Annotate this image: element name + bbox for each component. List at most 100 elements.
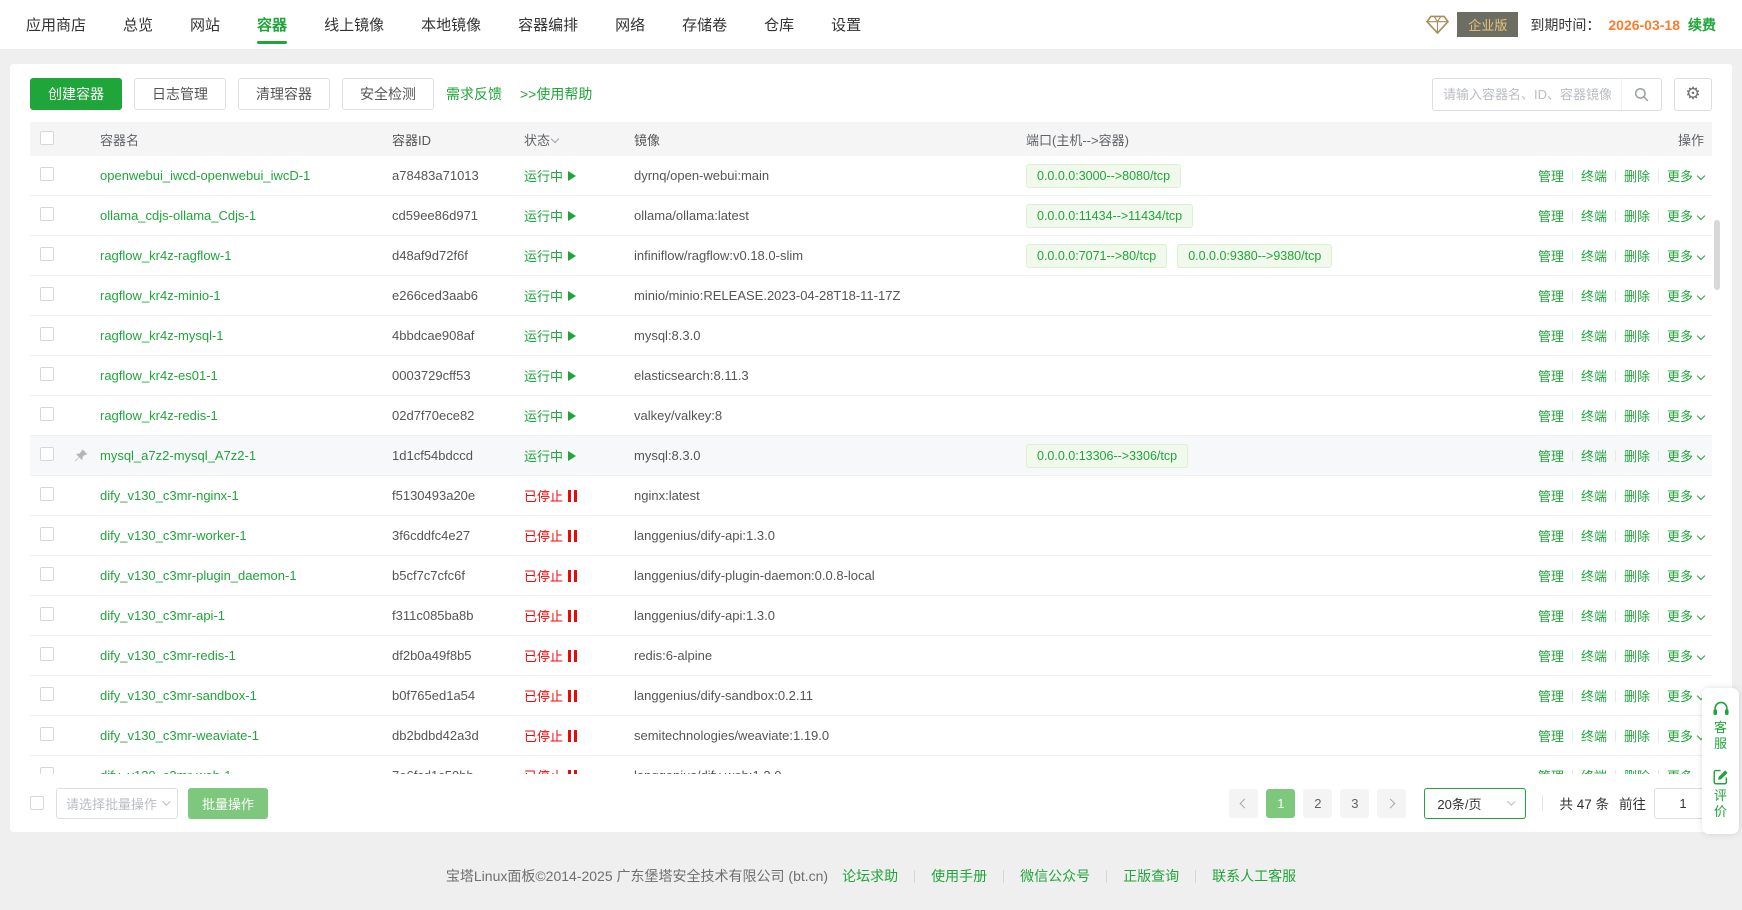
delete-link[interactable]: 删除 xyxy=(1624,766,1650,774)
container-name-link[interactable]: ragflow_kr4z-minio-1 xyxy=(100,288,221,303)
row-checkbox[interactable] xyxy=(40,607,54,621)
terminal-link[interactable]: 终端 xyxy=(1581,206,1607,225)
manage-link[interactable]: 管理 xyxy=(1538,206,1564,225)
delete-link[interactable]: 删除 xyxy=(1624,526,1650,545)
manage-link[interactable]: 管理 xyxy=(1538,526,1564,545)
more-link[interactable]: 更多 xyxy=(1667,686,1704,705)
container-name-link[interactable]: dify_v130_c3mr-redis-1 xyxy=(100,648,236,663)
container-name-link[interactable]: ragflow_kr4z-redis-1 xyxy=(100,408,218,423)
terminal-link[interactable]: 终端 xyxy=(1581,526,1607,545)
nav-item[interactable]: 网络 xyxy=(615,0,645,49)
terminal-link[interactable]: 终端 xyxy=(1581,766,1607,774)
container-name-link[interactable]: ollama_cdjs-ollama_Cdjs-1 xyxy=(100,208,256,223)
more-link[interactable]: 更多 xyxy=(1667,446,1704,465)
more-link[interactable]: 更多 xyxy=(1667,726,1704,745)
terminal-link[interactable]: 终端 xyxy=(1581,326,1607,345)
container-name-link[interactable]: mysql_a7z2-mysql_A7z2-1 xyxy=(100,448,256,463)
delete-link[interactable]: 删除 xyxy=(1624,646,1650,665)
nav-item[interactable]: 网站 xyxy=(190,0,220,49)
row-checkbox[interactable] xyxy=(40,727,54,741)
toolbar-link[interactable]: >>使用帮助 xyxy=(520,86,592,102)
page-size-select[interactable]: 20条/页 xyxy=(1424,788,1526,819)
more-link[interactable]: 更多 xyxy=(1667,206,1704,225)
toolbar-button[interactable]: 日志管理 xyxy=(134,78,226,110)
terminal-link[interactable]: 终端 xyxy=(1581,286,1607,305)
more-link[interactable]: 更多 xyxy=(1667,166,1704,185)
terminal-link[interactable]: 终端 xyxy=(1581,246,1607,265)
terminal-link[interactable]: 终端 xyxy=(1581,726,1607,745)
delete-link[interactable]: 删除 xyxy=(1624,246,1650,265)
manage-link[interactable]: 管理 xyxy=(1538,166,1564,185)
nav-item[interactable]: 应用商店 xyxy=(26,0,86,49)
nav-item[interactable]: 设置 xyxy=(831,0,861,49)
page-number-button[interactable]: 3 xyxy=(1340,789,1369,818)
search-input[interactable] xyxy=(1433,87,1621,102)
manage-link[interactable]: 管理 xyxy=(1538,726,1564,745)
footer-link[interactable]: 联系人工客服 xyxy=(1212,866,1296,886)
manage-link[interactable]: 管理 xyxy=(1538,446,1564,465)
manage-link[interactable]: 管理 xyxy=(1538,766,1564,774)
header-status-filter[interactable]: 状态 xyxy=(524,130,634,149)
page-number-button[interactable]: 1 xyxy=(1266,789,1295,818)
more-link[interactable]: 更多 xyxy=(1667,326,1704,345)
row-checkbox[interactable] xyxy=(40,447,54,461)
row-checkbox[interactable] xyxy=(40,687,54,701)
terminal-link[interactable]: 终端 xyxy=(1581,406,1607,425)
toolbar-link[interactable]: 需求反馈 xyxy=(446,86,502,102)
container-name-link[interactable]: dify_v130_c3mr-web-1 xyxy=(100,768,232,774)
delete-link[interactable]: 删除 xyxy=(1624,446,1650,465)
manage-link[interactable]: 管理 xyxy=(1538,366,1564,385)
row-checkbox[interactable] xyxy=(40,167,54,181)
container-name-link[interactable]: dify_v130_c3mr-worker-1 xyxy=(100,528,247,543)
nav-item[interactable]: 容器 xyxy=(257,0,287,49)
delete-link[interactable]: 删除 xyxy=(1624,566,1650,585)
nav-item[interactable]: 本地镜像 xyxy=(421,0,481,49)
container-name-link[interactable]: dify_v130_c3mr-nginx-1 xyxy=(100,488,239,503)
manage-link[interactable]: 管理 xyxy=(1538,606,1564,625)
container-name-link[interactable]: ragflow_kr4z-ragflow-1 xyxy=(100,248,232,263)
row-checkbox[interactable] xyxy=(40,767,54,774)
row-checkbox[interactable] xyxy=(40,527,54,541)
more-link[interactable]: 更多 xyxy=(1667,566,1704,585)
delete-link[interactable]: 删除 xyxy=(1624,406,1650,425)
manage-link[interactable]: 管理 xyxy=(1538,566,1564,585)
delete-link[interactable]: 删除 xyxy=(1624,166,1650,185)
nav-item[interactable]: 线上镜像 xyxy=(324,0,384,49)
page-number-button[interactable]: 2 xyxy=(1303,789,1332,818)
delete-link[interactable]: 删除 xyxy=(1624,486,1650,505)
terminal-link[interactable]: 终端 xyxy=(1581,606,1607,625)
review-button[interactable]: 评价 xyxy=(1713,769,1729,820)
settings-button[interactable]: ⚙ xyxy=(1674,78,1712,111)
create-container-button[interactable]: 创建容器 xyxy=(30,78,122,110)
nav-item[interactable]: 仓库 xyxy=(764,0,794,49)
manage-link[interactable]: 管理 xyxy=(1538,246,1564,265)
footer-link[interactable]: 正版查询 xyxy=(1123,866,1179,886)
terminal-link[interactable]: 终端 xyxy=(1581,486,1607,505)
terminal-link[interactable]: 终端 xyxy=(1581,686,1607,705)
more-link[interactable]: 更多 xyxy=(1667,406,1704,425)
more-link[interactable]: 更多 xyxy=(1667,526,1704,545)
terminal-link[interactable]: 终端 xyxy=(1581,446,1607,465)
batch-operation-button[interactable]: 批量操作 xyxy=(188,788,268,819)
manage-link[interactable]: 管理 xyxy=(1538,326,1564,345)
row-checkbox[interactable] xyxy=(40,327,54,341)
more-link[interactable]: 更多 xyxy=(1667,366,1704,385)
delete-link[interactable]: 删除 xyxy=(1624,366,1650,385)
footer-link[interactable]: 论坛求助 xyxy=(842,866,898,886)
nav-item[interactable]: 总览 xyxy=(123,0,153,49)
nav-item[interactable]: 存储卷 xyxy=(682,0,727,49)
row-checkbox[interactable] xyxy=(40,247,54,261)
footer-link[interactable]: 微信公众号 xyxy=(1020,866,1090,886)
prev-page-button[interactable] xyxy=(1229,789,1258,818)
delete-link[interactable]: 删除 xyxy=(1624,286,1650,305)
manage-link[interactable]: 管理 xyxy=(1538,486,1564,505)
container-name-link[interactable]: dify_v130_c3mr-weaviate-1 xyxy=(100,728,259,743)
more-link[interactable]: 更多 xyxy=(1667,486,1704,505)
terminal-link[interactable]: 终端 xyxy=(1581,366,1607,385)
footer-link[interactable]: 使用手册 xyxy=(931,866,987,886)
delete-link[interactable]: 删除 xyxy=(1624,686,1650,705)
manage-link[interactable]: 管理 xyxy=(1538,646,1564,665)
scrollbar-thumb[interactable] xyxy=(1714,220,1720,290)
more-link[interactable]: 更多 xyxy=(1667,286,1704,305)
select-all-checkbox[interactable] xyxy=(40,131,54,145)
